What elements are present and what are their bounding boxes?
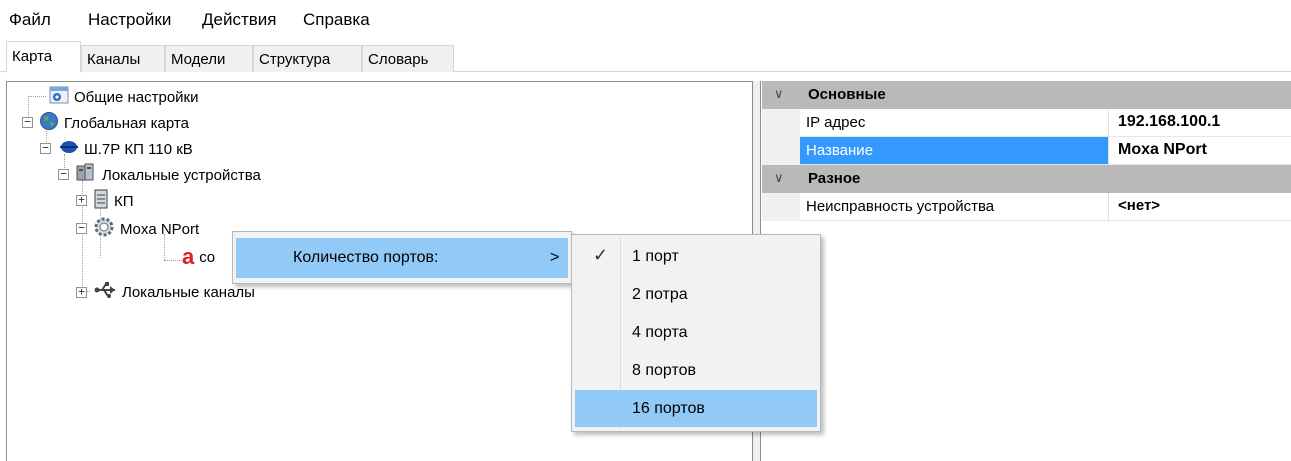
submenu-option-16[interactable]: 16 портов [575,390,817,427]
tab-map[interactable]: Карта [6,41,81,73]
port-icon: a [182,244,195,269]
tree-node-label: Локальные устройства [102,166,261,184]
tree-node-label: Ш.7Р КП 110 кВ [84,140,193,158]
tree-node-object[interactable]: Ш.7Р КП 110 кВ [59,136,193,162]
submenu-option-4[interactable]: 4 порта [575,314,817,351]
expand-toggle[interactable]: + [76,286,87,298]
prop-row-fault[interactable]: Неисправность устройства <нет> [800,193,1291,221]
usb-icon [93,281,117,303]
category-misc[interactable]: ∨ Разное [762,165,1291,193]
category-title: Разное [808,170,861,187]
menu-item-port-count[interactable]: Количество портов: > [236,238,568,278]
tab-strip: Карта Каналы Модели Структура Словарь [0,38,1291,73]
tree-node-local-devices[interactable]: Локальные устройства [75,162,261,188]
check-icon: ✓ [593,245,609,265]
prop-name: Название [800,137,1109,164]
menu-actions[interactable]: Действия [202,10,276,30]
tree-node-label: co [199,248,216,266]
tree-node-label: Общие настройки [74,88,199,106]
option-label: 8 портов [632,362,696,379]
substation-icon [59,138,79,160]
category-title: Основные [808,86,886,103]
submenu-option-1[interactable]: ✓ 1 порт [575,238,817,275]
prop-row-ip[interactable]: IP адрес 192.168.100.1 [800,109,1291,137]
grid-gutter [762,193,800,221]
prop-value[interactable]: 192.168.100.1 [1110,109,1291,136]
prop-name: IP адрес [800,109,1109,136]
collapse-toggle[interactable]: − [58,168,69,180]
globe-icon [39,111,59,135]
prop-name: Неисправность устройства [800,193,1109,220]
submenu-option-8[interactable]: 8 портов [575,352,817,389]
tab-models[interactable]: Модели [165,45,253,72]
option-label: 1 порт [632,248,679,265]
context-menu: Количество портов: > [232,231,572,284]
expand-toggle[interactable]: + [76,194,87,206]
tree-node-label: Глобальная карта [64,114,189,132]
tree-node-local-channels[interactable]: Локальные каналы [93,279,255,305]
server-icon [93,189,109,213]
tree-node-global-map[interactable]: Глобальная карта [39,110,189,136]
submenu-option-2[interactable]: 2 потра [575,276,817,313]
grid-gutter [762,109,800,165]
menu-help[interactable]: Справка [303,10,370,30]
tab-dictionary[interactable]: Словарь [362,45,454,72]
tree-line [164,260,182,261]
collapse-toggle[interactable]: − [76,222,87,234]
chevron-right-icon: > [550,249,560,266]
prop-value[interactable]: <нет> [1110,193,1291,220]
collapse-toggle[interactable]: − [22,116,33,128]
option-label: 16 портов [632,400,705,417]
gear-icon [93,216,115,242]
tree-node-moxa[interactable]: Moxa NPort [93,216,199,242]
option-label: 4 порта [632,324,688,341]
tree-node-label: Локальные каналы [122,283,255,301]
tree-node-label: Moxa NPort [120,220,200,238]
property-grid: ∨ Основные IP адрес 192.168.100.1 Назван… [762,81,1291,461]
chevron-down-icon[interactable]: ∨ [774,86,784,102]
tree-node-moxa-child[interactable]: a co [182,244,215,270]
tab-structure[interactable]: Структура [253,45,362,72]
tree-node-kp[interactable]: КП [93,188,134,214]
tree-node-label: КП [114,192,134,210]
menu-file[interactable]: Файл [9,10,51,30]
menu-settings[interactable]: Настройки [88,10,171,30]
tab-channels[interactable]: Каналы [81,45,165,72]
settings-window-icon [49,86,69,108]
collapse-toggle[interactable]: − [40,142,51,154]
menu-item-label: Количество портов: [293,249,439,266]
menu-bar: Файл Настройки Действия Справка [0,0,1291,38]
option-label: 2 потра [632,286,688,303]
tree-node-general-settings[interactable]: Общие настройки [49,84,199,110]
prop-value[interactable]: Moxa NPort [1110,137,1291,164]
category-main[interactable]: ∨ Основные [762,81,1291,109]
tree-line [28,96,46,97]
chevron-down-icon[interactable]: ∨ [774,170,784,186]
port-count-submenu: ✓ 1 порт 2 потра 4 порта 8 портов 16 пор… [571,234,821,432]
devices-icon [75,163,97,187]
prop-row-name[interactable]: Название Moxa NPort [800,137,1291,165]
